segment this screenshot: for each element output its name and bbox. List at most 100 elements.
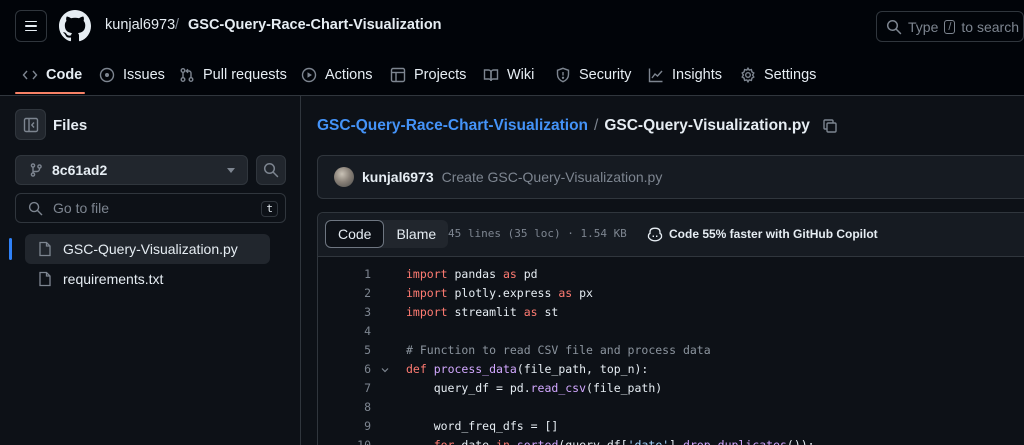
- line-number[interactable]: 1: [318, 265, 371, 284]
- file-tree-item-label: GSC-Query-Visualization.py: [63, 241, 238, 257]
- tab-pull-requests-label: Pull requests: [203, 66, 287, 83]
- line-number[interactable]: 5: [318, 341, 371, 360]
- code-text: import pandas as pd: [406, 267, 538, 281]
- tab-wiki-label: Wiki: [507, 66, 535, 83]
- code-text: for date in sorted(query_df['date'].drop…: [433, 438, 815, 445]
- code-text: word_freq_dfs = []: [406, 419, 559, 433]
- line-number[interactable]: 4: [318, 322, 371, 341]
- hamburger-menu-button[interactable]: [15, 10, 47, 42]
- go-to-file-placeholder: Go to file: [53, 200, 110, 216]
- code-view-button[interactable]: Code: [325, 220, 385, 248]
- issue-icon: [99, 67, 115, 82]
- code-text: import streamlit as st: [406, 305, 559, 319]
- shield-icon: [556, 67, 570, 82]
- file-path-breadcrumb: GSC-Query-Race-Chart-Visualization / GSC…: [317, 117, 838, 135]
- tab-projects-label: Projects: [414, 66, 467, 83]
- menu-line: [25, 25, 37, 27]
- sidebar-collapse-icon: [23, 117, 38, 132]
- go-to-file-input[interactable]: Go to file t: [15, 193, 286, 223]
- avatar[interactable]: [334, 167, 354, 187]
- code-viewer: Code Blame 45 lines (35 loc) · 1.54 KB C…: [317, 212, 1024, 445]
- repo-name-link[interactable]: GSC-Query-Race-Chart-Visualization: [188, 17, 442, 33]
- copilot-promo-text: Code 55% faster with GitHub Copilot: [669, 227, 878, 241]
- line-number[interactable]: 3: [318, 303, 371, 322]
- collapse-sidebar-button[interactable]: [15, 109, 46, 140]
- play-icon: [301, 67, 317, 82]
- code-line: 2 import plotly.express as px: [318, 284, 1024, 303]
- file-icon: [39, 241, 51, 257]
- code-line: 9 word_freq_dfs = []: [318, 417, 1024, 436]
- line-number[interactable]: 8: [318, 398, 371, 417]
- go-to-file-shortcut-key: t: [261, 201, 278, 217]
- tab-insights-label: Insights: [672, 66, 722, 83]
- code-text: def process_data(file_path, top_n):: [406, 362, 649, 376]
- file-stats: 45 lines (35 loc) · 1.54 KB: [448, 227, 627, 240]
- github-logo-icon[interactable]: [59, 10, 91, 42]
- code-text: # Function to read CSV file and process …: [406, 343, 711, 357]
- search-shortcut-key: /: [944, 19, 956, 34]
- file-tree-item-label: requirements.txt: [63, 271, 164, 287]
- copy-icon[interactable]: [822, 118, 838, 134]
- gear-icon: [741, 66, 755, 83]
- code-line: 1 import pandas as pd: [318, 265, 1024, 284]
- selected-file-indicator: [9, 238, 12, 260]
- files-heading: Files: [53, 117, 88, 134]
- current-file-name: GSC-Query-Visualization.py: [604, 117, 810, 134]
- branch-name: 8c61ad2: [52, 162, 108, 178]
- tab-issues[interactable]: Issues: [99, 56, 165, 93]
- git-branch-icon: [30, 163, 42, 177]
- code-viewer-header: Code Blame 45 lines (35 loc) · 1.54 KB C…: [318, 213, 1024, 257]
- table-icon: [390, 67, 406, 82]
- file-icon: [39, 271, 51, 287]
- repo-owner-link[interactable]: kunjal6973: [105, 17, 175, 33]
- tab-wiki[interactable]: Wiki: [483, 56, 534, 93]
- code-blame-toggle: Code Blame: [325, 220, 449, 248]
- search-icon: [263, 162, 279, 178]
- file-tree-item[interactable]: requirements.txt: [25, 264, 270, 294]
- line-number[interactable]: 10: [318, 436, 371, 445]
- top-header: kunjal6973 / GSC-Query-Race-Chart-Visual…: [0, 0, 1024, 96]
- code-line: 5 # Function to read CSV file and process…: [318, 341, 1024, 360]
- code-text: import plotly.express as px: [406, 286, 593, 300]
- code-line: 7 query_df = pd.read_csv(file_path): [318, 379, 1024, 398]
- tab-insights[interactable]: Insights: [648, 56, 722, 93]
- tab-pull-requests[interactable]: Pull requests: [179, 56, 287, 93]
- line-number[interactable]: 6: [318, 360, 371, 379]
- tab-settings-label: Settings: [764, 66, 817, 83]
- search-text-suffix: to search: [961, 18, 1020, 35]
- line-number[interactable]: 2: [318, 284, 371, 303]
- line-number[interactable]: 7: [318, 379, 371, 398]
- tab-settings[interactable]: Settings: [740, 56, 816, 93]
- graph-icon: [648, 68, 663, 82]
- commit-author-link[interactable]: kunjal6973: [362, 169, 434, 185]
- tab-code[interactable]: Code: [22, 56, 82, 93]
- tab-actions[interactable]: Actions: [301, 56, 373, 93]
- code-icon: [22, 70, 38, 79]
- breadcrumb-separator: /: [175, 17, 180, 33]
- fold-chevron-icon[interactable]: [381, 366, 389, 374]
- menu-line: [25, 29, 37, 32]
- path-separator: /: [594, 117, 599, 134]
- branch-selector[interactable]: 8c61ad2: [15, 155, 248, 185]
- active-tab-underline: [15, 92, 85, 94]
- code-line: 4: [318, 322, 1024, 341]
- code-line: 8: [318, 398, 1024, 417]
- tab-actions-label: Actions: [325, 66, 373, 83]
- global-search-input[interactable]: Type / to search: [876, 11, 1024, 42]
- file-tree-item[interactable]: GSC-Query-Visualization.py: [25, 234, 270, 264]
- tab-security-label: Security: [579, 66, 632, 83]
- tab-security[interactable]: Security: [555, 56, 631, 93]
- search-files-button[interactable]: [256, 155, 286, 185]
- tab-projects[interactable]: Projects: [390, 56, 466, 93]
- latest-commit-bar: kunjal6973 Create GSC-Query-Visualizatio…: [317, 155, 1024, 199]
- search-icon: [886, 19, 902, 34]
- file-tree-sidebar: Files 8c61ad2 Go to file t GSC-Query-Vis…: [0, 96, 301, 445]
- commit-message-link[interactable]: Create GSC-Query-Visualization.py: [442, 169, 663, 185]
- repo-root-link[interactable]: GSC-Query-Race-Chart-Visualization: [317, 117, 588, 135]
- search-text: Type: [908, 18, 939, 35]
- blame-view-button[interactable]: Blame: [384, 220, 448, 248]
- line-number[interactable]: 9: [318, 417, 371, 436]
- code-text: query_df = pd.read_csv(file_path): [406, 381, 663, 395]
- copilot-promo-link[interactable]: Code 55% faster with GitHub Copilot: [647, 226, 878, 242]
- chevron-down-icon: [227, 168, 235, 173]
